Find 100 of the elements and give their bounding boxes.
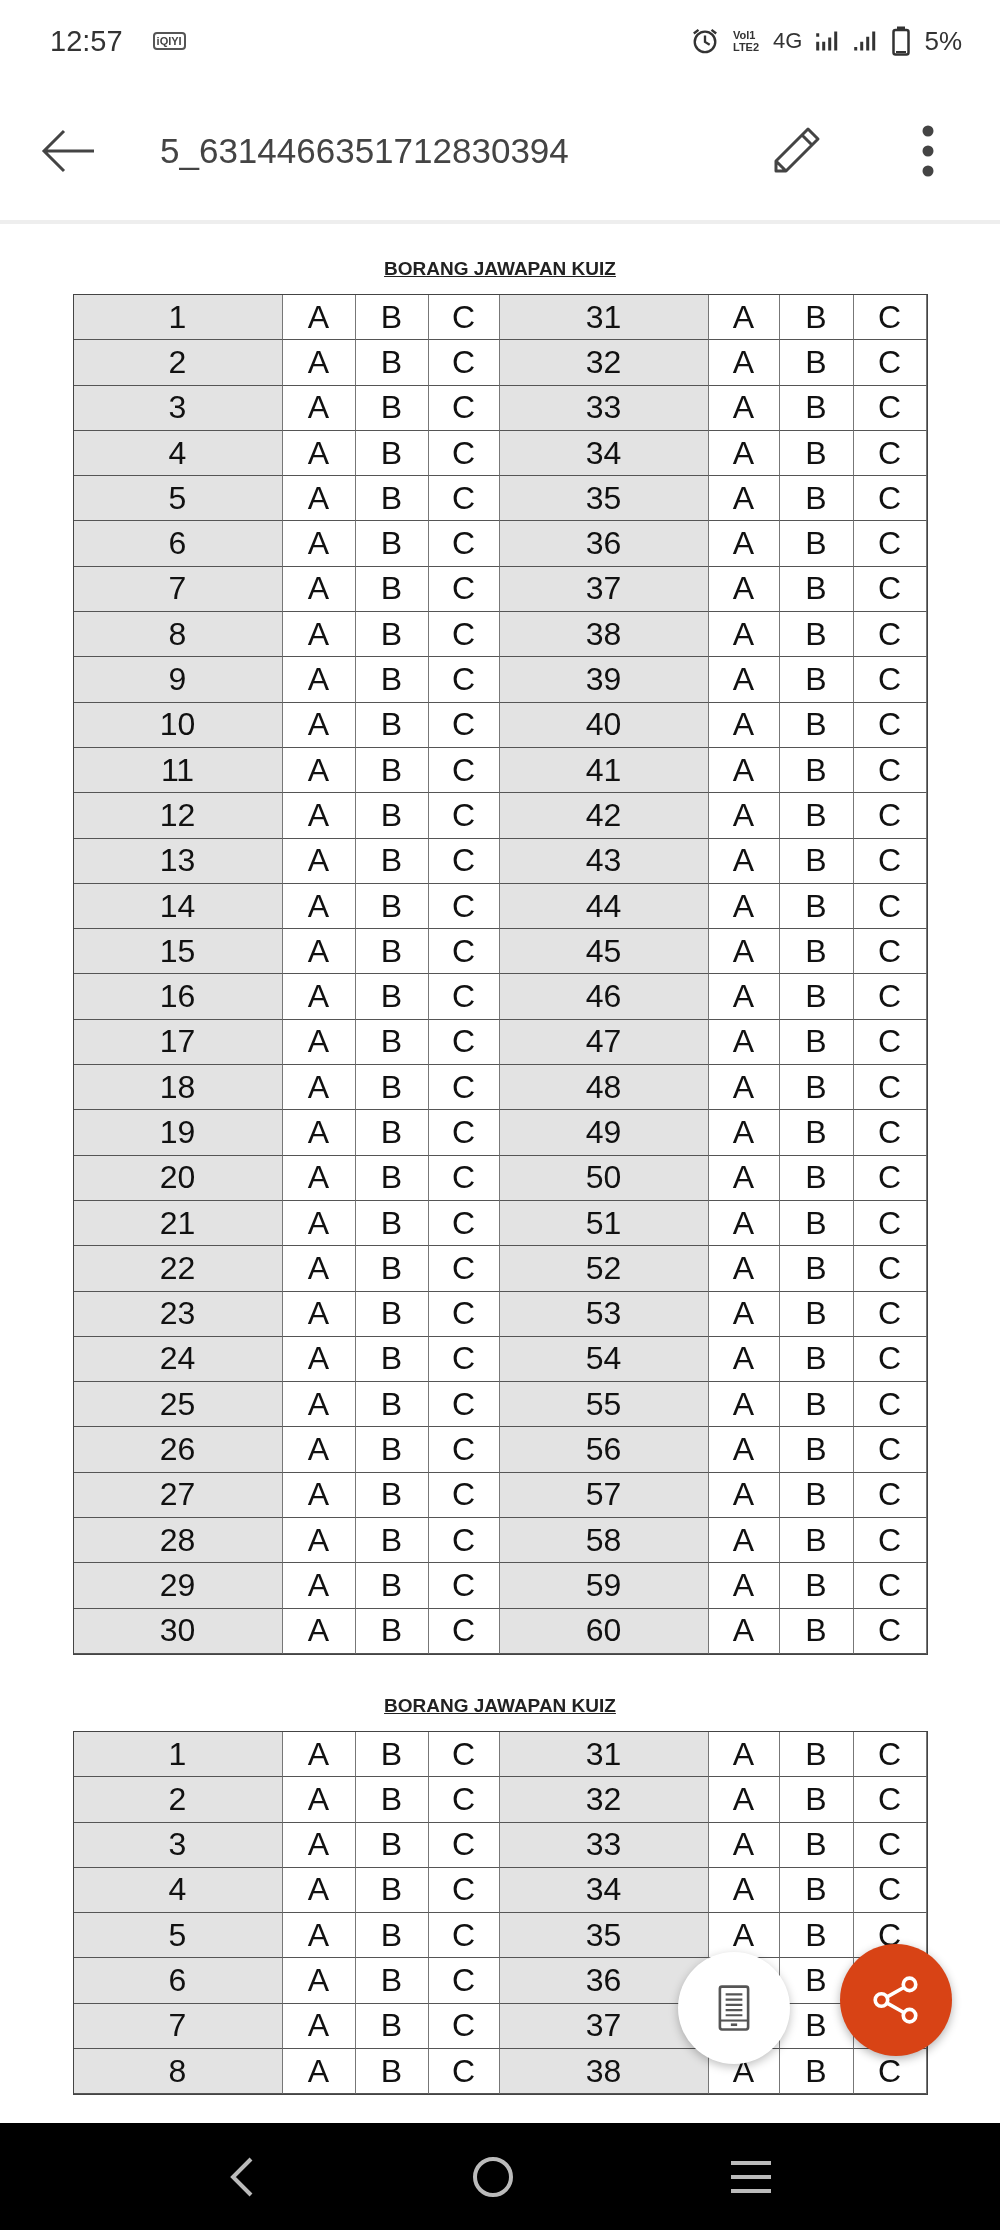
question-number: 27	[73, 1472, 283, 1518]
answer-option: A	[708, 1777, 780, 1823]
answer-option: C	[428, 838, 500, 884]
answer-option: C	[428, 1336, 500, 1383]
answer-option: A	[708, 521, 780, 567]
home-icon[interactable]	[471, 2154, 515, 2199]
volte-label: LTE2	[733, 41, 760, 53]
answer-option: C	[853, 1291, 927, 1337]
answer-option: C	[428, 295, 500, 341]
question-number: 6	[73, 1958, 283, 2004]
answer-option: B	[779, 385, 854, 431]
answer-option: A	[282, 1065, 356, 1111]
answer-option: B	[779, 793, 854, 839]
answer-option: B	[355, 1155, 429, 1201]
question-number: 44	[499, 883, 709, 930]
answer-option: B	[355, 385, 429, 431]
answer-option: B	[355, 838, 429, 884]
question-number: 52	[499, 1246, 709, 1292]
answer-option: A	[282, 1200, 356, 1247]
question-number: 15	[73, 929, 283, 975]
answer-option: A	[282, 929, 356, 975]
question-number: 54	[499, 1336, 709, 1383]
answer-option: C	[853, 1731, 927, 1778]
answer-option: A	[282, 476, 356, 522]
answer-option: B	[355, 793, 429, 839]
answer-option: A	[282, 657, 356, 703]
answer-option: C	[428, 566, 500, 613]
back-arrow-icon[interactable]	[40, 129, 96, 173]
answer-option: B	[779, 1867, 854, 1914]
question-number: 8	[73, 612, 283, 658]
answer-option: B	[779, 1777, 854, 1823]
answer-option: C	[853, 1246, 927, 1292]
sheet-heading: BORANG JAWAPAN KUIZ	[384, 1694, 616, 1717]
answer-option: C	[853, 1518, 927, 1564]
question-number: 39	[499, 657, 709, 703]
share-button[interactable]	[840, 1944, 952, 2056]
question-number: 41	[499, 747, 709, 794]
answer-option: A	[708, 476, 780, 522]
question-number: 30	[73, 1608, 283, 1654]
question-number: 2	[73, 1777, 283, 1823]
answer-option: A	[708, 1563, 780, 1609]
answer-option: A	[282, 1472, 356, 1518]
answer-option: C	[428, 340, 500, 386]
question-number: 2	[73, 340, 283, 386]
answer-option: C	[853, 929, 927, 975]
answer-option: B	[779, 430, 854, 477]
question-number: 14	[73, 883, 283, 930]
question-number: 4	[73, 430, 283, 477]
question-number: 24	[73, 1336, 283, 1383]
answer-option: C	[428, 1563, 500, 1609]
answer-option: C	[428, 793, 500, 839]
answer-option: C	[853, 974, 927, 1020]
question-number: 7	[73, 566, 283, 613]
answer-option: C	[853, 566, 927, 613]
answer-option: A	[708, 1246, 780, 1292]
answer-option: C	[428, 1019, 500, 1066]
answer-option: A	[708, 793, 780, 839]
more-icon[interactable]	[922, 125, 934, 177]
answer-option: C	[853, 1427, 927, 1473]
answer-option: C	[853, 1608, 927, 1654]
answer-option: A	[708, 702, 780, 748]
answer-option: C	[853, 1200, 927, 1247]
answer-option: B	[355, 1200, 429, 1247]
answer-option: B	[779, 1608, 854, 1654]
answer-option: B	[779, 747, 854, 794]
answer-option: B	[779, 1822, 854, 1868]
answer-option: C	[853, 883, 927, 930]
question-number: 38	[499, 2049, 709, 2095]
answer-option: A	[708, 1110, 780, 1156]
question-number: 1	[73, 1731, 283, 1778]
answer-option: B	[355, 1246, 429, 1292]
document-button[interactable]	[678, 1952, 790, 2064]
answer-option: C	[428, 2049, 500, 2095]
answer-option: C	[853, 612, 927, 658]
question-number: 34	[499, 1867, 709, 1914]
answer-option: C	[853, 1065, 927, 1111]
question-number: 56	[499, 1427, 709, 1473]
answer-option: C	[853, 1777, 927, 1823]
answer-option: B	[355, 430, 429, 477]
answer-option: C	[428, 476, 500, 522]
question-number: 45	[499, 929, 709, 975]
answer-option: B	[355, 566, 429, 613]
answer-option: B	[779, 883, 854, 930]
answer-option: C	[428, 974, 500, 1020]
answer-option: B	[779, 838, 854, 884]
answer-option: B	[355, 1822, 429, 1868]
answer-option: B	[355, 929, 429, 975]
answer-option: C	[428, 747, 500, 794]
answer-option: C	[428, 1427, 500, 1473]
answer-option: A	[708, 838, 780, 884]
answer-option: A	[708, 1155, 780, 1201]
question-number: 31	[499, 1731, 709, 1778]
alarm-icon	[691, 27, 719, 55]
question-number: 51	[499, 1200, 709, 1247]
answer-option: B	[779, 1200, 854, 1247]
answer-option: A	[282, 1731, 356, 1778]
answer-option: C	[853, 1382, 927, 1428]
question-number: 3	[73, 385, 283, 431]
question-number: 5	[73, 476, 283, 522]
question-number: 37	[499, 566, 709, 613]
